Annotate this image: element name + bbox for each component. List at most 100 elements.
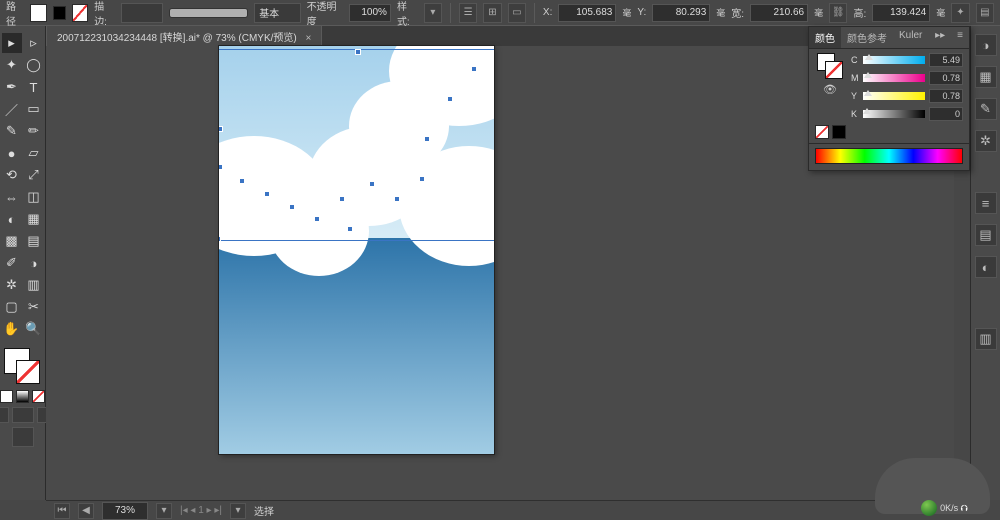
c-slider[interactable] — [863, 56, 925, 64]
anchor-icon[interactable]: ▭ — [508, 3, 526, 23]
anchor-point[interactable] — [219, 164, 223, 170]
pencil-tool[interactable]: ✏ — [24, 121, 44, 141]
zoom-dropdown-icon[interactable]: ▾ — [156, 503, 172, 519]
gradient-panel-icon[interactable]: ▤ — [975, 224, 997, 246]
fill-menu-icon[interactable] — [53, 6, 66, 20]
anchor-point[interactable] — [347, 226, 353, 232]
align-icon[interactable]: ☰ — [459, 3, 477, 23]
fill-swatch[interactable] — [30, 4, 47, 22]
anchor-point[interactable] — [339, 196, 345, 202]
anchor-point[interactable] — [219, 126, 223, 132]
anchor-point[interactable] — [219, 236, 221, 242]
x-input[interactable] — [558, 4, 616, 22]
magic-wand-tool[interactable]: ✦ — [2, 55, 22, 75]
m-value[interactable]: 0.78 — [929, 71, 963, 85]
y-input[interactable] — [652, 4, 710, 22]
zoom-input[interactable] — [102, 502, 148, 520]
more-options-icon[interactable]: ✦ — [951, 3, 969, 23]
paintbrush-tool[interactable]: ✎ — [2, 121, 22, 141]
color-mode-icon[interactable] — [0, 390, 13, 403]
close-tab-icon[interactable]: × — [306, 33, 312, 44]
nav-prev-icon[interactable]: ◀ — [78, 503, 94, 519]
swatches-panel-icon[interactable]: ▦ — [975, 66, 997, 88]
k-value[interactable]: 0 — [929, 107, 963, 121]
artboard-tool[interactable]: ▢ — [2, 297, 22, 317]
anchor-point[interactable] — [239, 178, 245, 184]
stroke-profile-dropdown[interactable] — [169, 8, 248, 18]
type-tool[interactable]: T — [24, 77, 44, 97]
nav-first-icon[interactable]: ⏮ — [54, 503, 70, 519]
h-input[interactable] — [872, 4, 930, 22]
graphic-style-dropdown[interactable]: ▾ — [424, 3, 442, 23]
shape-builder-tool[interactable]: ◐ — [2, 209, 22, 229]
gradient-tool[interactable]: ▤ — [24, 231, 44, 251]
blob-brush-tool[interactable]: ● — [2, 143, 22, 163]
panel-fill-stroke[interactable] — [817, 53, 843, 79]
c-value[interactable]: 5.49 — [929, 53, 963, 67]
tab-color-guide[interactable]: 颜色参考 — [841, 27, 893, 48]
symbols-panel-icon[interactable]: ✲ — [975, 130, 997, 152]
k-slider[interactable] — [863, 110, 925, 118]
lasso-tool[interactable]: ◯ — [24, 55, 44, 75]
gradient-mode-icon[interactable] — [16, 390, 29, 403]
anchor-point[interactable] — [289, 204, 295, 210]
stroke-swatch[interactable] — [72, 4, 89, 22]
draw-behind-icon[interactable] — [12, 407, 34, 423]
stroke-chip[interactable] — [16, 360, 40, 384]
scale-tool[interactable]: ⤢ — [24, 165, 44, 185]
anchor-point[interactable] — [447, 96, 453, 102]
panel-menu-icon[interactable]: ▤ — [976, 3, 994, 23]
anchor-point[interactable] — [394, 196, 400, 202]
eyedropper-tool[interactable]: ✐ — [2, 253, 22, 273]
blend-tool[interactable]: ◑ — [24, 253, 44, 273]
brushes-panel-icon[interactable]: ✎ — [975, 98, 997, 120]
tab-color[interactable]: 颜色 — [809, 27, 841, 48]
hand-tool[interactable]: ✋ — [2, 319, 22, 339]
anchor-point[interactable] — [264, 191, 270, 197]
rotate-tool[interactable]: ⟲ — [2, 165, 22, 185]
mesh-tool[interactable]: ▩ — [2, 231, 22, 251]
stroke-panel-icon[interactable]: ≡ — [975, 192, 997, 214]
y-slider[interactable] — [863, 92, 925, 100]
draw-normal-icon[interactable] — [0, 407, 9, 423]
anchor-point[interactable] — [471, 66, 477, 72]
m-slider[interactable] — [863, 74, 925, 82]
tab-kuler[interactable]: Kuler — [893, 27, 928, 48]
selection-tool[interactable]: ▸ — [2, 33, 22, 53]
layers-panel-icon[interactable]: ▥ — [975, 328, 997, 350]
rectangle-tool[interactable]: ▭ — [24, 99, 44, 119]
none-mode-icon[interactable] — [32, 390, 45, 403]
column-graph-tool[interactable]: ▥ — [24, 275, 44, 295]
direct-selection-tool[interactable]: ▹ — [24, 33, 44, 53]
pen-tool[interactable]: ✒ — [2, 77, 22, 97]
anchor-point[interactable] — [419, 176, 425, 182]
anchor-point[interactable] — [314, 216, 320, 222]
artboard-nav-dropdown[interactable]: ▾ — [230, 503, 246, 519]
panel-collapse-icon[interactable]: ▸▸ — [929, 27, 951, 48]
screen-mode-icon[interactable] — [12, 427, 34, 447]
panel-stroke-chip[interactable] — [825, 61, 843, 79]
width-tool[interactable]: ⇔ — [2, 187, 22, 207]
document-tab[interactable]: 200712231034234448 [转换].ai* @ 73% (CMYK/… — [46, 25, 322, 47]
anchor-point[interactable] — [369, 181, 375, 187]
free-transform-tool[interactable]: ◫ — [24, 187, 44, 207]
panel-menu-icon[interactable]: ≡ — [951, 27, 969, 48]
constrain-lock-icon[interactable]: ⛓ — [829, 3, 847, 23]
perspective-grid-tool[interactable]: ▦ — [24, 209, 44, 229]
zoom-tool[interactable]: 🔍 — [24, 319, 44, 339]
w-input[interactable] — [750, 4, 808, 22]
none-swatch-icon[interactable] — [815, 125, 829, 139]
transparency-panel-icon[interactable]: ◐ — [975, 256, 997, 278]
slice-tool[interactable]: ✂ — [24, 297, 44, 317]
opacity-input[interactable] — [349, 4, 391, 22]
brush-style-dropdown[interactable]: 基本 — [254, 3, 300, 23]
fill-stroke-control[interactable] — [2, 346, 44, 386]
transform-icon[interactable]: ⊞ — [483, 3, 501, 23]
spectrum-picker[interactable] — [815, 148, 963, 164]
line-tool[interactable]: ／ — [2, 99, 22, 119]
anchor-point[interactable] — [355, 49, 361, 55]
stroke-weight-dropdown[interactable] — [121, 3, 163, 23]
black-swatch-icon[interactable] — [832, 125, 846, 139]
anchor-point[interactable] — [424, 136, 430, 142]
y-value[interactable]: 0.78 — [929, 89, 963, 103]
